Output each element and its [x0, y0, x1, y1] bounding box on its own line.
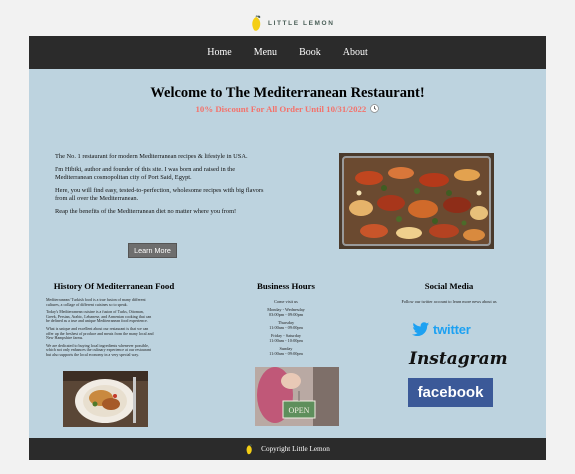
twitter-logo-text: twitter [433, 321, 471, 337]
food-plate-image [63, 371, 148, 427]
hours-entry: Sunday 11:00am - 09:00pm [245, 346, 327, 356]
hours-entry: Monday - Wednesday 03:00pm - 09:00pm [245, 307, 327, 317]
social-title: Social Media [424, 281, 474, 291]
discount-banner: 10% Discount For All Order Until 10/31/2… [29, 104, 546, 114]
social-subtitle: Follow our twitter account to learn more… [401, 299, 497, 304]
open-sign-image: OPEN [255, 367, 339, 426]
nav-about[interactable]: About [343, 47, 368, 58]
hours-entry: Friday - Saturday 11:00am - 10:00pm [245, 333, 327, 343]
hours-time: 11:00am - 09:00pm [269, 325, 303, 330]
clock-icon [370, 104, 380, 113]
nav-home[interactable]: Home [207, 47, 231, 58]
discount-text: 10% Discount For All Order Until 10/31/2… [195, 104, 367, 114]
main-nav: Home Menu Book About [29, 36, 546, 69]
site-logo[interactable]: LITTLE LEMON [250, 12, 335, 34]
intro-paragraph: The No. 1 restaurant for modern Mediterr… [55, 153, 248, 160]
hours-time: 11:00am - 10:00pm [269, 338, 303, 343]
hours-entry: Thursday 11:00am - 09:00pm [245, 320, 327, 330]
nav-book[interactable]: Book [299, 47, 321, 58]
intro-paragraph: Here, you will find easy, tested-to-perf… [55, 187, 264, 202]
open-sign-text: OPEN [289, 406, 310, 415]
hours-time: 11:00am - 09:00pm [269, 351, 303, 356]
copyright-text: Copyright Little Lemon [261, 445, 330, 453]
intro-paragraph: I'm Hibiki, author and founder of this s… [55, 166, 236, 181]
business-hours: Come visit us Monday - Wednesday 03:00pm… [245, 299, 327, 359]
intro-paragraph: Reap the benefits of the Mediterranean d… [55, 208, 237, 216]
logo-text: LITTLE LEMON [268, 19, 335, 27]
hours-title: Business Hours [257, 281, 315, 291]
twitter-bird-icon [412, 321, 430, 336]
history-paragraph: Today's Mediterranean cuisine is a fusio… [46, 309, 152, 324]
hours-time: 03:00pm - 09:00pm [268, 312, 304, 317]
history-paragraph: We are dedicated to buying local ingredi… [46, 342, 151, 357]
nav-menu[interactable]: Menu [254, 47, 277, 58]
history-text: Mediterranean/ Turkish food is a true fu… [46, 297, 154, 361]
history-title: History Of Mediterranean Food [53, 281, 175, 291]
footer-lemon-icon [246, 443, 252, 454]
twitter-link[interactable]: twitter [412, 321, 490, 337]
history-paragraph: Mediterranean/ Turkish food is a true fu… [46, 297, 146, 307]
hours-intro: Come visit us [274, 299, 298, 304]
lemon-icon [252, 14, 261, 31]
history-paragraph: What is unique and excellent about our r… [46, 325, 154, 341]
facebook-link[interactable]: facebook [408, 378, 493, 407]
learn-more-button[interactable]: Learn More [128, 243, 177, 258]
intro-text: The No. 1 restaurant for modern Mediterr… [55, 153, 267, 221]
main-content: Welcome to The Mediterranean Restaurant!… [29, 69, 546, 438]
instagram-link[interactable]: Instagram [409, 349, 508, 374]
hero-food-image [339, 153, 494, 249]
hero-title: Welcome to The Mediterranean Restaurant! [150, 85, 425, 101]
footer: Copyright Little Lemon [29, 438, 546, 460]
